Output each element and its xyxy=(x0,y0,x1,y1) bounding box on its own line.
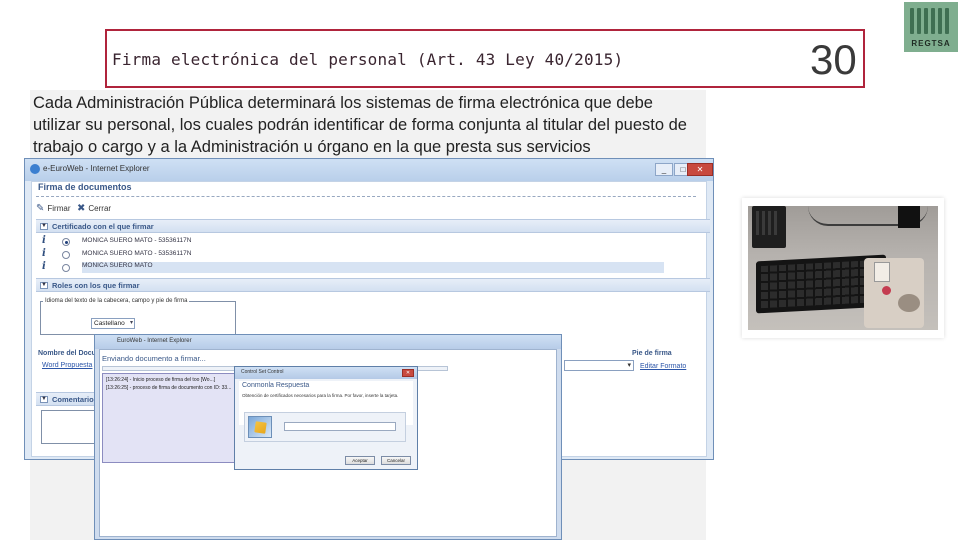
log-line: [13:26:24] - Inicio proceso de firma del… xyxy=(106,377,216,383)
section-comment[interactable]: ▼ Comentario xyxy=(36,392,96,406)
section-roles[interactable]: ▼ Roles con los que firmar xyxy=(36,278,710,292)
dialog-heading: Conmonla Respuesta xyxy=(242,382,310,389)
dialog-title-bar: Control Set Control ✕ xyxy=(235,367,417,379)
footer-edit-link[interactable]: Editar Formato xyxy=(640,363,686,370)
slide-number: 30 xyxy=(810,36,857,83)
dialog-close-button[interactable]: ✕ xyxy=(402,369,414,377)
chevron-down-icon: ▾ xyxy=(627,362,631,369)
minimize-button[interactable]: _ xyxy=(655,163,673,176)
ie-window-title: e-EuroWeb - Internet Explorer xyxy=(43,164,150,173)
logo-bars-icon xyxy=(910,8,952,34)
section-roles-label: Roles con los que firmar xyxy=(52,281,140,290)
slide-description: Cada Administración Pública determinará … xyxy=(33,94,687,156)
section-cert-label: Certificado con el que firmar xyxy=(52,222,154,231)
footer-column-label: Pie de firma xyxy=(632,350,672,357)
send-heading: Enviando documento a firmar... xyxy=(102,354,206,363)
collapse-icon: ▼ xyxy=(40,282,48,289)
send-window-title-bar: EuroWeb - Internet Explorer xyxy=(95,335,561,349)
accept-button[interactable]: Aceptar xyxy=(345,456,375,465)
card-reader-image xyxy=(874,262,890,282)
cert-label: MONICA SUERO MATO - 53536117N xyxy=(82,237,192,244)
info-icon[interactable]: i xyxy=(42,235,46,246)
dialog-message: Obtención de certificados necesarios par… xyxy=(242,393,399,398)
send-window-title: EuroWeb - Internet Explorer xyxy=(117,338,192,344)
smartcard-icon xyxy=(248,416,272,438)
chevron-down-icon: ▾ xyxy=(129,320,133,326)
ie-title-bar: e-EuroWeb - Internet Explorer _ □ ✕ xyxy=(25,159,713,181)
phone-image xyxy=(752,206,786,248)
collapse-icon: ▼ xyxy=(40,396,48,403)
pencil-icon: ✎ xyxy=(36,203,45,214)
cert-row-2[interactable]: MONICA SUERO MATO - 53536117N xyxy=(82,250,662,261)
language-select[interactable]: Castellano ▾ xyxy=(91,318,135,329)
section-cert[interactable]: ▼ Certificado con el que firmar xyxy=(36,219,710,233)
log-line: [13:26:25] - proceso de firma de documen… xyxy=(106,385,232,391)
cancel-button[interactable]: Cancelar xyxy=(381,456,411,465)
cert-radio-3[interactable] xyxy=(62,264,70,272)
info-icon[interactable]: i xyxy=(42,248,46,259)
cert-radio-2[interactable] xyxy=(62,251,70,259)
close-doc-button[interactable]: ✖ Cerrar xyxy=(77,203,111,214)
sign-label: Firmar xyxy=(47,204,71,213)
doc-link[interactable]: Word Propuesta xyxy=(42,362,92,369)
sign-button[interactable]: ✎ Firmar xyxy=(36,203,71,214)
logo-text: REGTSA xyxy=(911,39,951,48)
section-comment-label: Comentario xyxy=(52,395,94,404)
mousepad-image xyxy=(864,258,924,328)
cert-label: MONICA SUERO MATO xyxy=(82,262,153,269)
slide-title: Firma electrónica del personal (Art. 43 … xyxy=(112,50,624,69)
collapse-icon: ▼ xyxy=(40,223,48,230)
cert-radio-1[interactable] xyxy=(62,238,70,246)
regtsa-logo: REGTSA xyxy=(904,2,958,52)
ie-icon xyxy=(30,164,40,174)
language-legend: Idioma del texto de la cabecera, campo y… xyxy=(43,298,190,304)
cert-row-1[interactable]: MONICA SUERO MATO - 53536117N xyxy=(82,237,662,248)
footer-select[interactable]: ▾ xyxy=(564,360,634,371)
red-light-image xyxy=(882,286,891,295)
dialog-progress-bar xyxy=(284,422,396,431)
close-label: Cerrar xyxy=(88,204,112,213)
doc-separator xyxy=(36,196,696,197)
info-icon[interactable]: i xyxy=(42,261,46,272)
cert-label: MONICA SUERO MATO - 53536117N xyxy=(82,250,192,257)
comment-textarea[interactable] xyxy=(41,410,97,444)
close-button[interactable]: ✕ xyxy=(687,163,713,176)
doc-header: Firma de documentos xyxy=(38,182,132,192)
mouse-image xyxy=(898,294,920,312)
dialog-title: Control Set Control xyxy=(241,369,284,375)
x-icon: ✖ xyxy=(77,203,86,214)
desk-photo xyxy=(748,206,938,330)
cert-row-3[interactable]: MONICA SUERO MATO xyxy=(82,262,664,273)
language-fieldset xyxy=(40,301,236,335)
monitor-image xyxy=(898,206,920,228)
language-value: Castellano xyxy=(94,320,125,327)
